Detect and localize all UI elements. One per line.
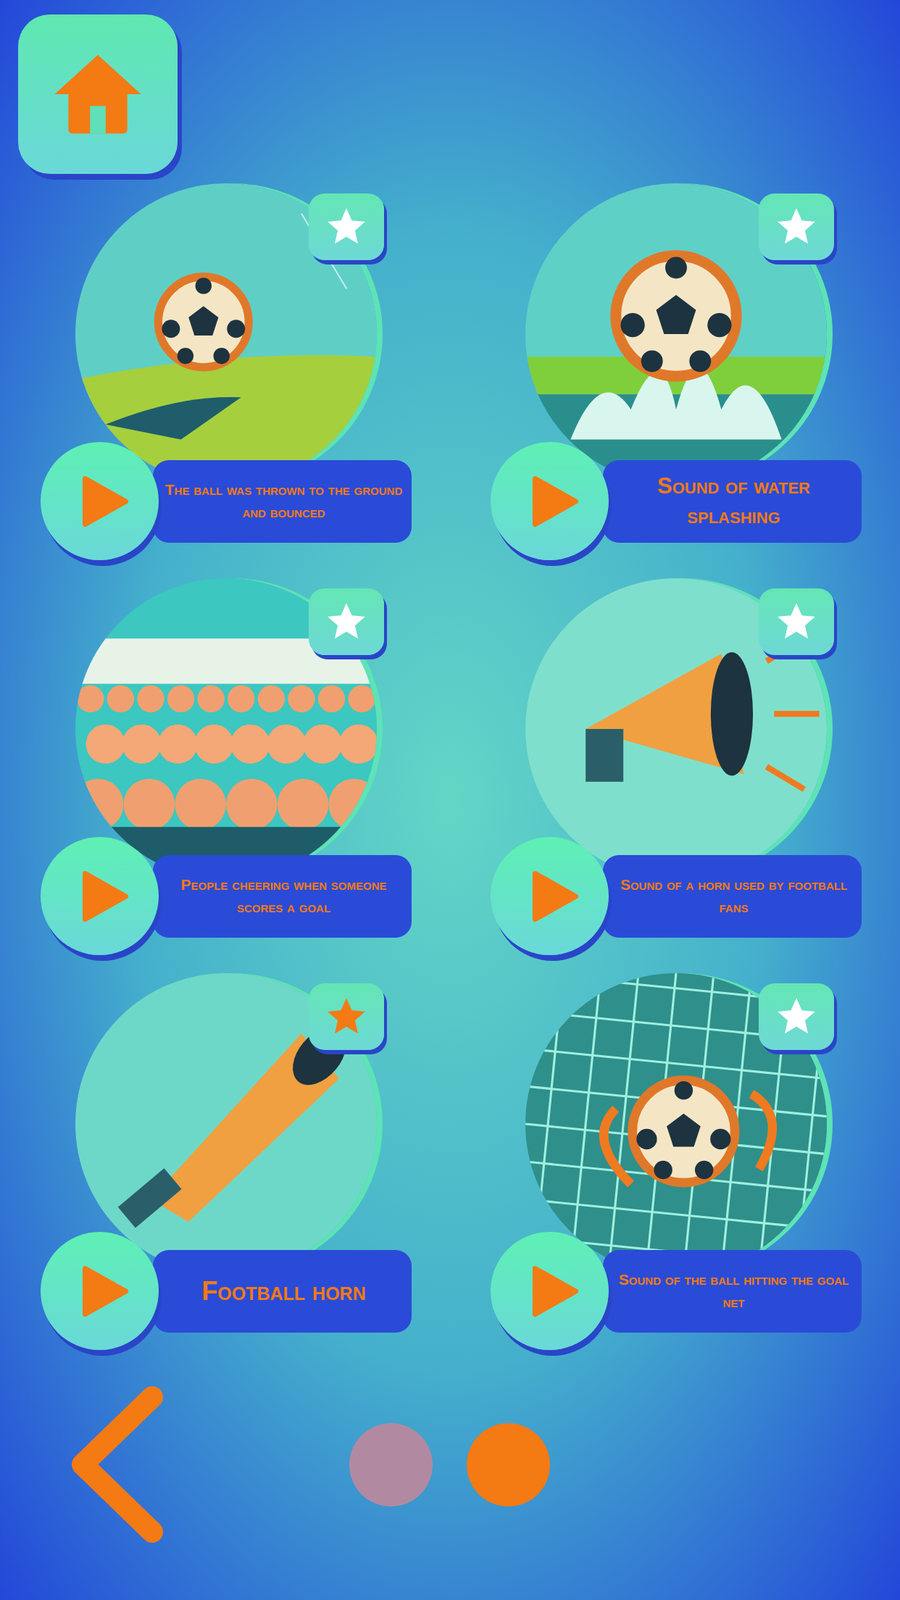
sound-label[interactable]: Sound of water splashing xyxy=(602,460,862,543)
sound-row: Sound of the ball hitting the goal net xyxy=(490,1231,862,1350)
pagination xyxy=(349,1423,550,1507)
star-icon xyxy=(323,204,369,250)
favorite-button[interactable] xyxy=(758,983,835,1050)
bottom-nav xyxy=(0,1381,900,1548)
sound-card: People cheering when someone scores a go… xyxy=(40,578,412,956)
play-button[interactable] xyxy=(490,1231,609,1350)
play-icon xyxy=(522,471,584,532)
sound-card: Football horn xyxy=(40,973,412,1350)
star-icon xyxy=(323,994,369,1040)
favorite-button[interactable] xyxy=(308,193,385,261)
star-icon xyxy=(773,599,819,645)
sound-card: Sound of the ball hitting the goal net xyxy=(490,973,862,1350)
sound-label[interactable]: Sound of the ball hitting the goal net xyxy=(602,1250,862,1333)
sound-row: Sound of water splashing xyxy=(490,442,862,561)
page-dot[interactable] xyxy=(349,1423,433,1507)
play-icon xyxy=(72,1260,134,1322)
sound-label[interactable]: Sound of a horn used by football fans xyxy=(602,855,862,938)
favorite-button[interactable] xyxy=(758,588,835,656)
play-button[interactable] xyxy=(40,442,159,561)
ball-icon xyxy=(632,1080,735,1183)
play-icon xyxy=(72,471,134,532)
play-icon xyxy=(522,1260,584,1322)
sound-row: Sound of a horn used by football fans xyxy=(490,836,862,956)
home-button[interactable] xyxy=(18,14,178,174)
page-dot[interactable] xyxy=(466,1423,550,1507)
play-button[interactable] xyxy=(40,1231,159,1350)
home-icon xyxy=(50,47,145,142)
play-button[interactable] xyxy=(490,836,609,956)
ball-icon xyxy=(157,276,249,368)
favorite-button[interactable] xyxy=(308,588,385,656)
sound-card: Sound of a horn used by football fans xyxy=(490,578,862,956)
star-icon xyxy=(323,599,369,645)
play-icon xyxy=(522,865,584,927)
sound-board-screen: The ball was thrown to the ground and bo… xyxy=(0,0,900,1600)
favorite-button[interactable] xyxy=(758,193,835,261)
sound-card: Sound of water splashing xyxy=(490,183,862,561)
sound-label[interactable]: People cheering when someone scores a go… xyxy=(152,855,412,938)
sound-label[interactable]: Football horn xyxy=(152,1250,412,1333)
sound-row: People cheering when someone scores a go… xyxy=(40,836,412,956)
play-button[interactable] xyxy=(40,836,159,956)
sound-label[interactable]: The ball was thrown to the ground and bo… xyxy=(152,460,412,543)
star-icon xyxy=(773,994,819,1040)
sound-grid: The ball was thrown to the ground and bo… xyxy=(40,183,900,1350)
play-icon xyxy=(72,865,134,927)
favorite-button[interactable] xyxy=(308,983,385,1050)
sound-row: Football horn xyxy=(40,1231,412,1350)
star-icon xyxy=(773,204,819,250)
play-button[interactable] xyxy=(490,442,609,561)
sound-row: The ball was thrown to the ground and bo… xyxy=(40,442,412,561)
sound-card: The ball was thrown to the ground and bo… xyxy=(40,183,412,561)
back-chevron-icon[interactable] xyxy=(66,1381,169,1548)
ball-icon xyxy=(615,255,737,377)
